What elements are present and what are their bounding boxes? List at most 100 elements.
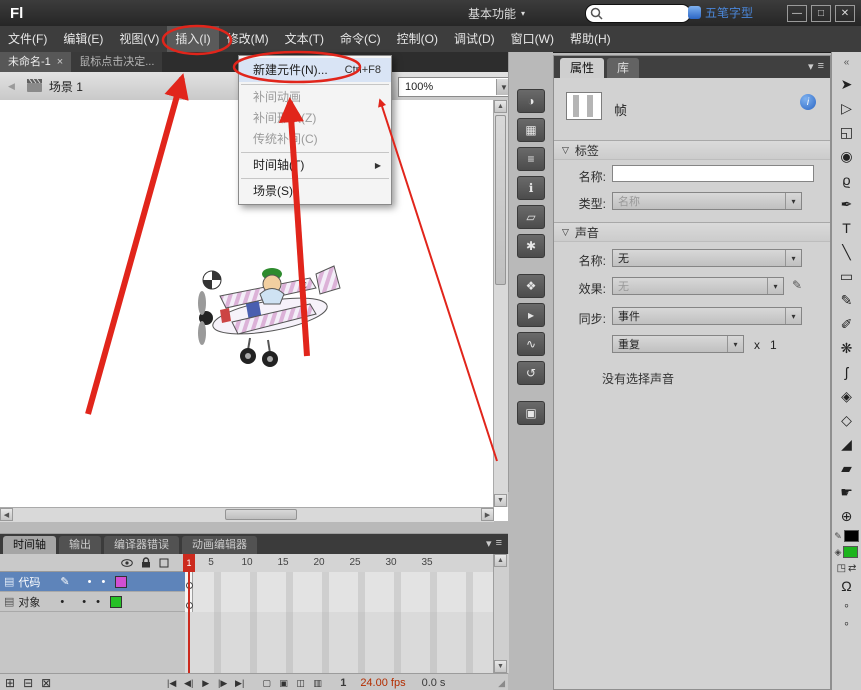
zoom-tool[interactable]: ⊕ (834, 504, 860, 528)
search-box[interactable] (585, 4, 691, 23)
pen-tool[interactable]: ✒ (834, 192, 860, 216)
scrollbar-thumb[interactable] (225, 509, 297, 520)
deco-tool[interactable]: ❋ (834, 336, 860, 360)
lasso-tool[interactable]: ϱ (834, 168, 860, 192)
menu-insert[interactable]: 插入(I) (167, 26, 219, 52)
eyedropper-tool[interactable]: ◢ (834, 432, 860, 456)
chevron-down-icon[interactable]: ▾ (486, 537, 492, 550)
show-hide-eye-icon[interactable] (121, 558, 133, 568)
new-layer-icon[interactable]: ⊞ (5, 676, 15, 690)
motion-presets-panel-icon[interactable]: ▸ (517, 303, 545, 327)
editing-dot[interactable]: • (60, 596, 64, 608)
menu-control[interactable]: 控制(O) (389, 26, 446, 52)
hand-tool[interactable]: ☛ (834, 480, 860, 504)
menu-text[interactable]: 文本(T) (277, 26, 332, 52)
line-tool[interactable]: ╲ (834, 240, 860, 264)
layer-outline-color[interactable] (109, 595, 122, 608)
timeline-empty-grid[interactable] (185, 612, 493, 673)
panel-menu-icon[interactable]: ≡ (496, 537, 502, 550)
menu-commands[interactable]: 命令(C) (332, 26, 389, 52)
section-label[interactable]: ▽ 标签 (554, 140, 830, 160)
bone-tool[interactable]: ʃ (834, 360, 860, 384)
delete-layer-icon[interactable]: ⊠ (41, 676, 51, 690)
onion-skin-icon[interactable]: ▢ (258, 678, 275, 689)
chevron-down-icon[interactable]: ▾ (785, 250, 801, 266)
tab-compiler-errors[interactable]: 编译器错误 (104, 536, 179, 554)
section-sound[interactable]: ▽ 声音 (554, 222, 830, 242)
strings-panel-icon[interactable]: ∿ (517, 332, 545, 356)
lock-icon[interactable] (141, 557, 151, 568)
free-transform-tool[interactable]: ◱ (834, 120, 860, 144)
swap-colors-icon[interactable]: ⇄ (848, 563, 856, 574)
outline-square-icon[interactable] (159, 558, 169, 568)
lock-dot[interactable]: • (96, 596, 100, 608)
maximize-button[interactable]: □ (811, 5, 831, 22)
search-input[interactable] (606, 6, 680, 21)
color-panel-icon[interactable]: ◑ (517, 89, 545, 113)
step-forward-icon[interactable]: |▶ (214, 678, 231, 689)
stroke-color-control[interactable]: ✎ (832, 528, 861, 544)
timeline-vertical-scrollbar[interactable]: ▲ ▼ (493, 554, 509, 673)
tab-output[interactable]: 输出 (59, 536, 101, 554)
help-icon[interactable]: i (800, 94, 816, 110)
chevron-down-icon[interactable]: ▾ (727, 336, 743, 352)
chevron-down-icon[interactable]: ▾ (785, 308, 801, 324)
menu-file[interactable]: 文件(F) (0, 26, 55, 52)
menu-help[interactable]: 帮助(H) (562, 26, 619, 52)
fill-color-swatch[interactable] (843, 546, 859, 558)
layer-frames-object[interactable] (185, 592, 493, 613)
pencil-tool[interactable]: ✎ (834, 288, 860, 312)
onion-skin-outlines-icon[interactable]: ▣ (275, 678, 292, 689)
back-icon[interactable]: ◀ (8, 81, 15, 92)
rectangle-tool[interactable]: ▭ (834, 264, 860, 288)
edit-sound-pencil-icon[interactable]: ✎ (792, 278, 802, 292)
menu-item-timeline[interactable]: 时间轴(T) ▶ (239, 155, 391, 176)
collapse-triangle-icon[interactable]: ▽ (562, 145, 569, 156)
zoom-combobox[interactable]: 100% ▼ (398, 77, 514, 97)
sound-repeat-dropdown[interactable]: 重复 ▾ (612, 335, 744, 353)
menu-debug[interactable]: 调试(D) (446, 26, 503, 52)
scroll-up-icon[interactable]: ▲ (494, 100, 507, 113)
menu-window[interactable]: 窗口(W) (503, 26, 562, 52)
transform-panel-icon[interactable]: ▱ (517, 205, 545, 229)
document-tab-untitled[interactable]: 未命名-1 × (0, 52, 72, 72)
panel-menu-icon[interactable]: ≡ (818, 60, 824, 73)
swatches-panel-icon[interactable]: ▦ (517, 118, 545, 142)
collapse-dock-icon[interactable]: « (834, 52, 860, 72)
scroll-up-icon[interactable]: ▲ (494, 554, 507, 567)
modify-markers-icon[interactable]: ▥ (309, 678, 326, 689)
collapse-triangle-icon[interactable]: ▽ (562, 227, 569, 238)
timeline-ruler[interactable]: 5 10 15 20 25 30 35 (185, 554, 494, 573)
menu-edit[interactable]: 编辑(E) (55, 26, 111, 52)
close-button[interactable]: ✕ (835, 5, 855, 22)
menu-modify[interactable]: 修改(M) (219, 26, 277, 52)
tab-library[interactable]: 库 (607, 58, 640, 78)
default-colors-icon[interactable]: ◳ (837, 563, 846, 574)
stroke-color-swatch[interactable] (843, 530, 859, 542)
paint-bucket-tool[interactable]: ◈ (834, 384, 860, 408)
scrollbar-thumb[interactable] (495, 115, 506, 285)
visibility-dot[interactable]: • (82, 596, 86, 608)
brush-tool[interactable]: ✐ (834, 312, 860, 336)
frame-rate-value[interactable]: 24.00 fps (360, 677, 405, 689)
3d-rotation-tool[interactable]: ◉ (834, 144, 860, 168)
tab-properties[interactable]: 属性 (560, 58, 605, 78)
menu-view[interactable]: 视图(V) (111, 26, 167, 52)
ink-bottle-tool[interactable]: ◇ (834, 408, 860, 432)
lock-dot[interactable]: • (101, 576, 105, 588)
code-snippets-panel-icon[interactable]: ✱ (517, 234, 545, 258)
document-tab-mouse-click[interactable]: 鼠标点击决定... (71, 52, 163, 72)
project-panel-icon[interactable]: ▣ (517, 401, 545, 425)
breadcrumb-scene[interactable]: 场景 1 (49, 78, 83, 95)
selection-tool[interactable]: ➤ (834, 72, 860, 96)
sound-sync-dropdown[interactable]: 事件 ▾ (612, 307, 802, 325)
scroll-right-icon[interactable]: ▶ (481, 508, 494, 521)
ime-brand[interactable]: 五笔字型 (688, 4, 753, 21)
tool-option-icon[interactable]: ◦ (834, 596, 860, 614)
go-to-first-frame-icon[interactable]: |◀ (163, 678, 180, 689)
repeat-count-value[interactable]: 1 (770, 338, 777, 352)
scroll-down-icon[interactable]: ▼ (494, 494, 507, 507)
label-name-input[interactable] (612, 165, 814, 182)
layer-row-code[interactable]: ▤ 代码 ✎ • • (0, 572, 185, 592)
menu-item-new-symbol[interactable]: 新建元件(N)... Ctrl+F8 (239, 58, 391, 82)
